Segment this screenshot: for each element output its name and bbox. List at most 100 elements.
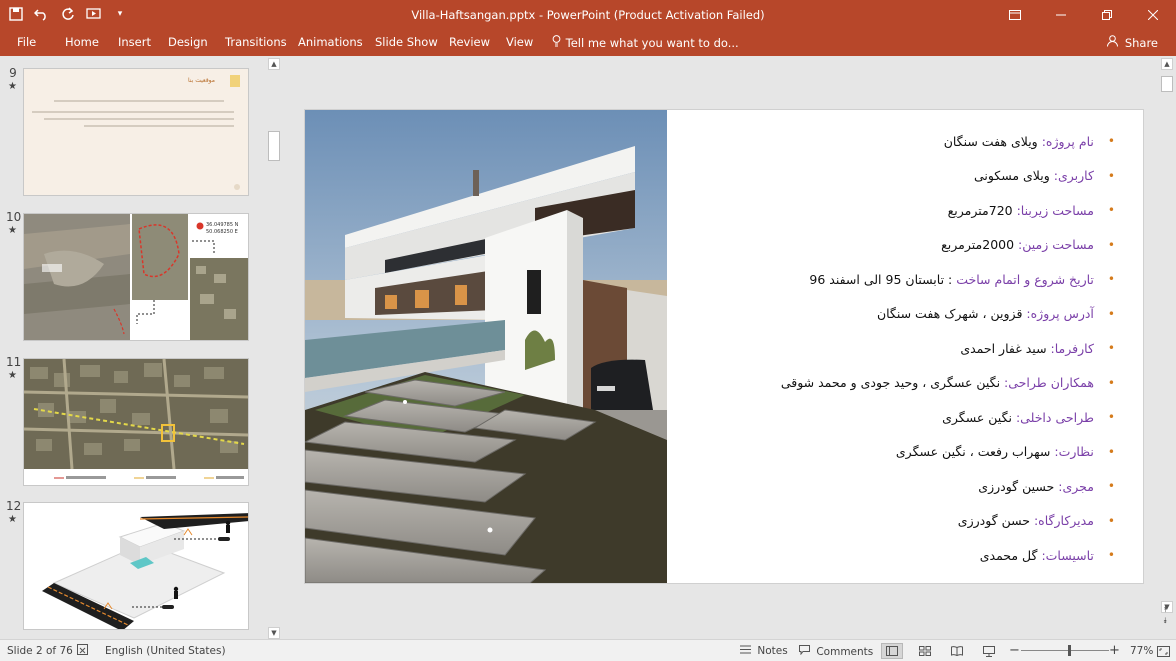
tab-view[interactable]: View xyxy=(506,35,533,49)
project-info-list: • نام پروژه: ویلای هفت سنگان • کاربری: و… xyxy=(677,124,1115,573)
list-item: • مدیرکارگاه: حسن گودرزی xyxy=(677,504,1115,539)
language-indicator[interactable]: English (United States) xyxy=(105,645,226,657)
spell-check-icon[interactable] xyxy=(77,644,90,659)
previous-slide-icon[interactable]: ⯭ xyxy=(1163,604,1168,615)
slide-thumbnail-10[interactable]: 36.049785 N 50.068250 E xyxy=(23,213,249,341)
tell-me-box[interactable]: Tell me what you want to do... xyxy=(552,35,739,50)
tab-insert[interactable]: Insert xyxy=(118,35,151,49)
tab-review[interactable]: Review xyxy=(449,35,490,49)
bullet-icon: • xyxy=(1107,237,1115,252)
person-icon xyxy=(1107,35,1121,50)
bullet-value: سهراب رفعت ، نگین عسگری xyxy=(895,444,1055,460)
bullet-key: تاریخ شروع و اتمام ساخت xyxy=(956,271,1094,287)
animation-star-icon: ★ xyxy=(8,81,17,92)
window-controls xyxy=(992,0,1176,30)
slide-thumbnail-9[interactable]: موقعیت بنا xyxy=(23,68,249,196)
bullet-icon: • xyxy=(1107,306,1115,321)
zoom-slider[interactable] xyxy=(1021,645,1109,656)
ribbon-display-options-icon[interactable] xyxy=(992,0,1038,30)
tab-file[interactable]: File xyxy=(17,35,36,49)
thumbnail-scrollbar[interactable]: ▲ ▼ xyxy=(268,58,280,639)
reading-view-icon[interactable] xyxy=(946,643,968,659)
scrollbar-thumb[interactable] xyxy=(1161,76,1173,92)
normal-view-icon[interactable] xyxy=(881,643,903,659)
list-item: • تاسیسات: گل محمدی xyxy=(677,538,1115,573)
notes-label: Notes xyxy=(757,645,788,657)
share-button[interactable]: Share xyxy=(1107,35,1158,50)
bullet-value: 720مترمربع xyxy=(947,202,1017,218)
scroll-down-icon[interactable]: ▼ xyxy=(268,627,280,639)
ribbon-tabs: File Home Insert Design Transitions Anim… xyxy=(0,30,1176,56)
villa-photo xyxy=(305,110,667,583)
slide-show-icon[interactable] xyxy=(978,643,1000,659)
notes-button[interactable]: Notes xyxy=(740,645,788,657)
bullet-icon: • xyxy=(1107,203,1115,218)
bullet-icon: • xyxy=(1107,341,1115,356)
bullet-icon: • xyxy=(1107,479,1115,494)
zoom-in-icon[interactable]: + xyxy=(1109,643,1120,658)
slide-thumbnail-pane: 9 ★ موقعیت بنا 10 ★ 36.049785 N 50.06825… xyxy=(0,56,280,639)
list-item: • مساحت زمین: 2000مترمربع xyxy=(677,228,1115,263)
slide-thumbnail-11[interactable] xyxy=(23,358,249,486)
comments-button[interactable]: Comments xyxy=(799,645,873,658)
current-slide[interactable]: • نام پروژه: ویلای هفت سنگان • کاربری: و… xyxy=(305,110,1143,583)
bullet-key: نظارت: xyxy=(1054,444,1094,460)
bullet-icon: • xyxy=(1107,444,1115,459)
bullet-key: همکاران طراحی: xyxy=(1004,375,1094,391)
comments-label: Comments xyxy=(816,646,874,658)
list-item: • نام پروژه: ویلای هفت سنگان xyxy=(677,124,1115,159)
bullet-value: حسن گودرزی xyxy=(957,513,1034,529)
bullet-icon: • xyxy=(1107,410,1115,425)
scroll-up-icon[interactable]: ▲ xyxy=(1161,58,1173,70)
animation-star-icon: ★ xyxy=(8,370,17,381)
bullet-key: مساحت زیربنا: xyxy=(1016,202,1094,218)
animation-star-icon: ★ xyxy=(8,514,17,525)
tab-design[interactable]: Design xyxy=(168,35,208,49)
slide-thumbnail-12[interactable] xyxy=(23,502,249,630)
bullet-key: تاسیسات: xyxy=(1041,547,1094,563)
thumb-number: 9 xyxy=(9,66,17,80)
editor-scrollbar[interactable]: ▲ ▼ xyxy=(1161,58,1173,613)
notes-icon xyxy=(740,645,754,657)
restore-icon[interactable] xyxy=(1084,0,1130,30)
bullet-key: مدیرکارگاه: xyxy=(1033,513,1094,529)
zoom-level[interactable]: 77% xyxy=(1130,645,1153,657)
bullet-value: گل محمدی xyxy=(979,547,1042,563)
list-item: • مجری: حسین گودرزی xyxy=(677,469,1115,504)
tab-slide-show[interactable]: Slide Show xyxy=(375,35,438,49)
fit-slide-icon[interactable] xyxy=(1152,643,1174,659)
list-item: • همکاران طراحی: نگین عسگری ، وحید جودی … xyxy=(677,366,1115,401)
bullet-icon: • xyxy=(1107,548,1115,563)
bullet-value: سید غفار احمدی xyxy=(960,340,1051,356)
bullet-value: ویلای هفت سنگان xyxy=(943,133,1042,149)
list-item: • کاربری: ویلای مسکونی xyxy=(677,159,1115,194)
zoom-slider-knob[interactable] xyxy=(1068,645,1072,656)
next-slide-icon[interactable]: ⯯ xyxy=(1163,615,1168,626)
tab-animations[interactable]: Animations xyxy=(298,35,363,49)
scroll-up-icon[interactable]: ▲ xyxy=(268,58,280,70)
lightbulb-icon xyxy=(552,35,562,50)
thumb-9-title: موقعیت بنا xyxy=(188,77,215,84)
tab-transitions[interactable]: Transitions xyxy=(225,35,287,49)
zoom-out-icon[interactable]: − xyxy=(1009,643,1020,658)
list-item: • کارفرما: سید غفار احمدی xyxy=(677,331,1115,366)
minimize-icon[interactable] xyxy=(1038,0,1084,30)
close-icon[interactable] xyxy=(1130,0,1176,30)
thumb-number: 12 xyxy=(6,499,22,513)
bullet-key: کاربری: xyxy=(1053,168,1094,184)
slide-editor: • نام پروژه: ویلای هفت سنگان • کاربری: و… xyxy=(284,56,1160,639)
bullet-icon: • xyxy=(1107,134,1115,149)
slide-counter: Slide 2 of 76 xyxy=(7,645,73,657)
comments-icon xyxy=(799,645,813,658)
bullet-value: حسین گودرزی xyxy=(978,478,1059,494)
scrollbar-thumb[interactable] xyxy=(268,131,280,161)
bullet-key: طراحی داخلی: xyxy=(1015,409,1094,425)
bullet-key: مساحت زمین: xyxy=(1018,237,1094,253)
bullet-value: نگین عسگری ، وحید جودی و محمد شوقی xyxy=(780,375,1005,391)
slide-sorter-icon[interactable] xyxy=(914,643,936,659)
share-label: Share xyxy=(1124,36,1158,50)
bullet-key: کارفرما: xyxy=(1050,340,1094,356)
prev-next-slide-buttons: ⯭ ⯯ xyxy=(1163,604,1168,626)
thumb-10-coord-1: 36.049785 N xyxy=(206,222,239,228)
tab-home[interactable]: Home xyxy=(65,35,99,49)
